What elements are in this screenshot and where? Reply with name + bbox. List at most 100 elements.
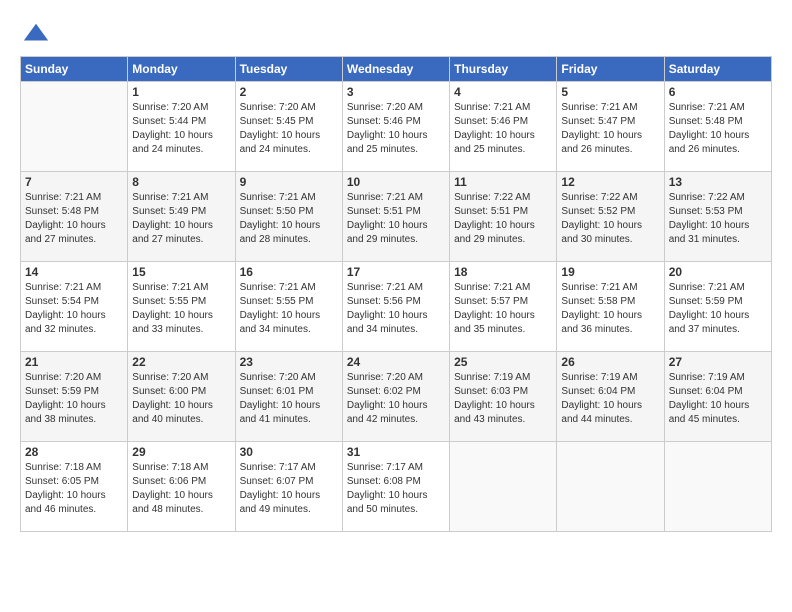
day-info: Sunrise: 7:22 AM Sunset: 5:53 PM Dayligh…	[669, 191, 767, 247]
day-info: Sunrise: 7:21 AM Sunset: 5:55 PM Dayligh…	[240, 281, 338, 337]
day-number: 16	[240, 265, 338, 279]
day-number: 6	[669, 85, 767, 99]
day-cell: 19 Sunrise: 7:21 AM Sunset: 5:58 PM Dayl…	[557, 262, 664, 352]
day-info: Sunrise: 7:21 AM Sunset: 5:48 PM Dayligh…	[25, 191, 123, 247]
day-info: Sunrise: 7:21 AM Sunset: 5:48 PM Dayligh…	[669, 101, 767, 157]
day-info: Sunrise: 7:21 AM Sunset: 5:58 PM Dayligh…	[561, 281, 659, 337]
calendar-table: SundayMondayTuesdayWednesdayThursdayFrid…	[20, 56, 772, 532]
day-number: 17	[347, 265, 445, 279]
logo-icon	[22, 20, 50, 48]
day-cell: 10 Sunrise: 7:21 AM Sunset: 5:51 PM Dayl…	[342, 172, 449, 262]
day-info: Sunrise: 7:17 AM Sunset: 6:07 PM Dayligh…	[240, 461, 338, 517]
day-number: 5	[561, 85, 659, 99]
day-cell: 25 Sunrise: 7:19 AM Sunset: 6:03 PM Dayl…	[450, 352, 557, 442]
day-number: 8	[132, 175, 230, 189]
day-number: 26	[561, 355, 659, 369]
day-cell: 3 Sunrise: 7:20 AM Sunset: 5:46 PM Dayli…	[342, 82, 449, 172]
day-cell: 13 Sunrise: 7:22 AM Sunset: 5:53 PM Dayl…	[664, 172, 771, 262]
header-cell-friday: Friday	[557, 57, 664, 82]
day-number: 4	[454, 85, 552, 99]
day-info: Sunrise: 7:19 AM Sunset: 6:04 PM Dayligh…	[669, 371, 767, 427]
day-number: 12	[561, 175, 659, 189]
week-row-5: 28 Sunrise: 7:18 AM Sunset: 6:05 PM Dayl…	[21, 442, 772, 532]
header-cell-thursday: Thursday	[450, 57, 557, 82]
day-info: Sunrise: 7:21 AM Sunset: 5:51 PM Dayligh…	[347, 191, 445, 247]
day-cell: 9 Sunrise: 7:21 AM Sunset: 5:50 PM Dayli…	[235, 172, 342, 262]
day-info: Sunrise: 7:21 AM Sunset: 5:54 PM Dayligh…	[25, 281, 123, 337]
day-info: Sunrise: 7:21 AM Sunset: 5:55 PM Dayligh…	[132, 281, 230, 337]
day-cell: 23 Sunrise: 7:20 AM Sunset: 6:01 PM Dayl…	[235, 352, 342, 442]
day-number: 11	[454, 175, 552, 189]
logo	[20, 20, 52, 48]
logo-text	[20, 20, 50, 48]
day-cell: 21 Sunrise: 7:20 AM Sunset: 5:59 PM Dayl…	[21, 352, 128, 442]
day-cell: 1 Sunrise: 7:20 AM Sunset: 5:44 PM Dayli…	[128, 82, 235, 172]
day-number: 31	[347, 445, 445, 459]
day-number: 1	[132, 85, 230, 99]
day-cell: 16 Sunrise: 7:21 AM Sunset: 5:55 PM Dayl…	[235, 262, 342, 352]
day-number: 15	[132, 265, 230, 279]
day-cell: 2 Sunrise: 7:20 AM Sunset: 5:45 PM Dayli…	[235, 82, 342, 172]
day-info: Sunrise: 7:19 AM Sunset: 6:04 PM Dayligh…	[561, 371, 659, 427]
day-cell	[557, 442, 664, 532]
day-cell: 15 Sunrise: 7:21 AM Sunset: 5:55 PM Dayl…	[128, 262, 235, 352]
week-row-1: 1 Sunrise: 7:20 AM Sunset: 5:44 PM Dayli…	[21, 82, 772, 172]
day-number: 9	[240, 175, 338, 189]
day-number: 7	[25, 175, 123, 189]
day-info: Sunrise: 7:18 AM Sunset: 6:05 PM Dayligh…	[25, 461, 123, 517]
day-cell: 17 Sunrise: 7:21 AM Sunset: 5:56 PM Dayl…	[342, 262, 449, 352]
day-info: Sunrise: 7:21 AM Sunset: 5:56 PM Dayligh…	[347, 281, 445, 337]
header-cell-saturday: Saturday	[664, 57, 771, 82]
day-number: 2	[240, 85, 338, 99]
header-cell-monday: Monday	[128, 57, 235, 82]
day-number: 22	[132, 355, 230, 369]
header-cell-sunday: Sunday	[21, 57, 128, 82]
day-info: Sunrise: 7:21 AM Sunset: 5:49 PM Dayligh…	[132, 191, 230, 247]
day-info: Sunrise: 7:21 AM Sunset: 5:47 PM Dayligh…	[561, 101, 659, 157]
day-number: 28	[25, 445, 123, 459]
day-cell: 4 Sunrise: 7:21 AM Sunset: 5:46 PM Dayli…	[450, 82, 557, 172]
week-row-3: 14 Sunrise: 7:21 AM Sunset: 5:54 PM Dayl…	[21, 262, 772, 352]
header-cell-tuesday: Tuesday	[235, 57, 342, 82]
day-info: Sunrise: 7:20 AM Sunset: 5:59 PM Dayligh…	[25, 371, 123, 427]
day-number: 10	[347, 175, 445, 189]
day-info: Sunrise: 7:22 AM Sunset: 5:52 PM Dayligh…	[561, 191, 659, 247]
day-info: Sunrise: 7:19 AM Sunset: 6:03 PM Dayligh…	[454, 371, 552, 427]
day-cell: 26 Sunrise: 7:19 AM Sunset: 6:04 PM Dayl…	[557, 352, 664, 442]
day-cell: 27 Sunrise: 7:19 AM Sunset: 6:04 PM Dayl…	[664, 352, 771, 442]
day-cell	[664, 442, 771, 532]
page-container: SundayMondayTuesdayWednesdayThursdayFrid…	[0, 0, 792, 542]
week-row-4: 21 Sunrise: 7:20 AM Sunset: 5:59 PM Dayl…	[21, 352, 772, 442]
day-cell: 30 Sunrise: 7:17 AM Sunset: 6:07 PM Dayl…	[235, 442, 342, 532]
day-number: 24	[347, 355, 445, 369]
day-info: Sunrise: 7:22 AM Sunset: 5:51 PM Dayligh…	[454, 191, 552, 247]
day-number: 20	[669, 265, 767, 279]
day-cell: 8 Sunrise: 7:21 AM Sunset: 5:49 PM Dayli…	[128, 172, 235, 262]
day-number: 25	[454, 355, 552, 369]
day-cell	[21, 82, 128, 172]
day-number: 30	[240, 445, 338, 459]
header-row: SundayMondayTuesdayWednesdayThursdayFrid…	[21, 57, 772, 82]
day-cell: 14 Sunrise: 7:21 AM Sunset: 5:54 PM Dayl…	[21, 262, 128, 352]
week-row-2: 7 Sunrise: 7:21 AM Sunset: 5:48 PM Dayli…	[21, 172, 772, 262]
day-info: Sunrise: 7:21 AM Sunset: 5:59 PM Dayligh…	[669, 281, 767, 337]
day-cell: 31 Sunrise: 7:17 AM Sunset: 6:08 PM Dayl…	[342, 442, 449, 532]
day-info: Sunrise: 7:21 AM Sunset: 5:50 PM Dayligh…	[240, 191, 338, 247]
day-cell: 24 Sunrise: 7:20 AM Sunset: 6:02 PM Dayl…	[342, 352, 449, 442]
day-number: 21	[25, 355, 123, 369]
day-number: 18	[454, 265, 552, 279]
day-cell: 28 Sunrise: 7:18 AM Sunset: 6:05 PM Dayl…	[21, 442, 128, 532]
day-info: Sunrise: 7:20 AM Sunset: 5:46 PM Dayligh…	[347, 101, 445, 157]
day-cell: 12 Sunrise: 7:22 AM Sunset: 5:52 PM Dayl…	[557, 172, 664, 262]
day-cell: 11 Sunrise: 7:22 AM Sunset: 5:51 PM Dayl…	[450, 172, 557, 262]
day-info: Sunrise: 7:18 AM Sunset: 6:06 PM Dayligh…	[132, 461, 230, 517]
day-info: Sunrise: 7:20 AM Sunset: 6:00 PM Dayligh…	[132, 371, 230, 427]
day-cell: 5 Sunrise: 7:21 AM Sunset: 5:47 PM Dayli…	[557, 82, 664, 172]
header	[20, 20, 772, 48]
day-cell: 7 Sunrise: 7:21 AM Sunset: 5:48 PM Dayli…	[21, 172, 128, 262]
day-number: 29	[132, 445, 230, 459]
day-info: Sunrise: 7:20 AM Sunset: 6:02 PM Dayligh…	[347, 371, 445, 427]
day-cell: 29 Sunrise: 7:18 AM Sunset: 6:06 PM Dayl…	[128, 442, 235, 532]
day-cell: 20 Sunrise: 7:21 AM Sunset: 5:59 PM Dayl…	[664, 262, 771, 352]
header-cell-wednesday: Wednesday	[342, 57, 449, 82]
